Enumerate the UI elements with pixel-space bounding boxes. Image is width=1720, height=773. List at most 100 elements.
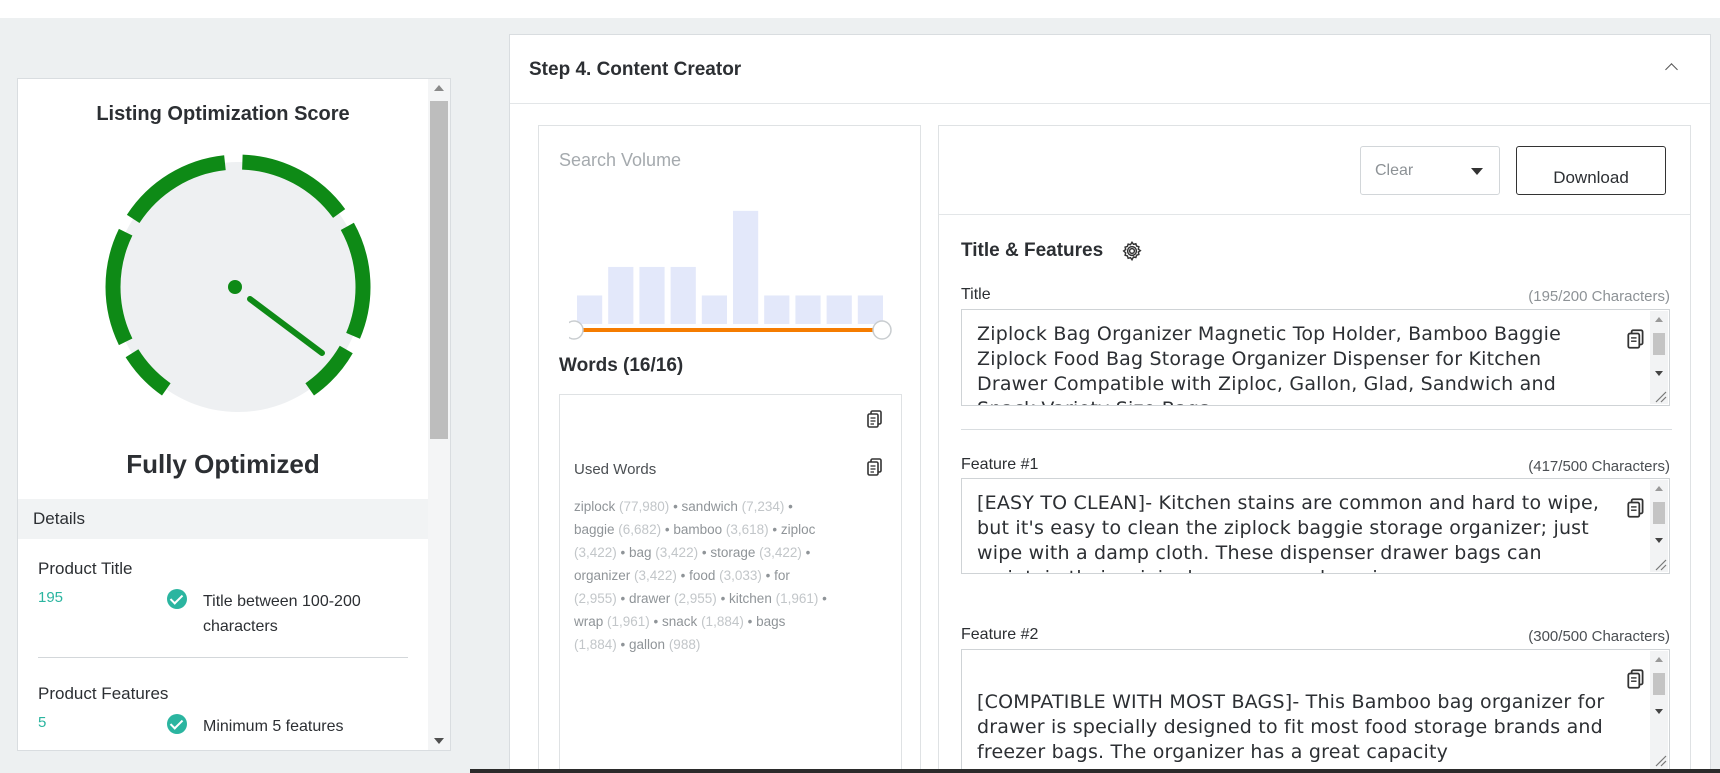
used-word: sandwich (7,234) [681, 499, 785, 514]
metric-value: 195 [38, 589, 64, 606]
field-divider [961, 429, 1672, 430]
score-panel-scrollbar[interactable] [428, 79, 450, 750]
gear-icon[interactable] [1121, 240, 1143, 262]
download-button[interactable]: Download [1516, 146, 1666, 195]
volume-bar [701, 295, 727, 324]
word-separator: • [818, 591, 827, 606]
words-box: Used Words ziplock (77,980) • sandwich (… [559, 394, 902, 773]
copy-icon[interactable] [1625, 668, 1647, 690]
used-word: bamboo (3,618) [673, 522, 769, 537]
section-title: Title & Features [961, 240, 1104, 261]
title-label: Title [961, 286, 991, 303]
used-word: wrap (1,961) [574, 614, 650, 629]
content-creator-card: Step 4. Content Creator Search Volume Wo… [509, 34, 1711, 773]
scroll-down-arrow[interactable] [1655, 709, 1663, 714]
step-title: Step 4. Content Creator [529, 59, 742, 80]
resize-handle-icon[interactable] [1653, 753, 1667, 767]
word-separator: • [801, 545, 811, 560]
metric-title: Product Title [38, 559, 133, 578]
feature-2-text: [COMPATIBLE WITH MOST BAGS]- This Bamboo… [977, 691, 1605, 763]
gauge-pivot [228, 280, 242, 294]
word-separator: • [761, 568, 775, 583]
score-panel-content: Listing Optimization Score Fully Optimiz… [18, 79, 428, 750]
volume-bar [639, 266, 665, 324]
word-separator: • [743, 614, 757, 629]
word-separator: • [784, 499, 793, 514]
word-separator: • [716, 591, 730, 606]
title-textarea[interactable]: Ziplock Bag Organizer Magnetic Top Holde… [961, 309, 1670, 406]
metric-divider [38, 657, 408, 658]
used-words-label: Used Words [574, 461, 657, 478]
editor-toolbar: Clear Download [939, 126, 1690, 215]
used-word: organizer (3,422) [574, 568, 677, 583]
word-separator: • [669, 499, 682, 514]
search-volume-label: Search Volume [559, 150, 682, 170]
range-slider-min-handle[interactable] [569, 320, 584, 340]
volume-bar [577, 295, 603, 324]
check-circle-icon [167, 589, 187, 609]
search-volume-chart [569, 210, 892, 340]
top-bar [0, 0, 1720, 18]
word-separator: • [768, 522, 781, 537]
used-words-list: ziplock (77,980) • sandwich (7,234) • ba… [574, 495, 829, 656]
clear-select[interactable]: Clear [1360, 146, 1500, 195]
volume-bar [857, 295, 883, 324]
scroll-up-arrow[interactable] [1655, 486, 1663, 491]
step-header[interactable]: Step 4. Content Creator [510, 35, 1710, 104]
feature-2-textarea[interactable]: [COMPATIBLE WITH MOST BAGS]- This Bamboo… [961, 649, 1670, 773]
resize-handle-icon[interactable] [1653, 389, 1667, 403]
volume-bar [795, 295, 821, 324]
details-header: Details [18, 499, 428, 539]
used-word: snack (1,884) [662, 614, 744, 629]
range-slider-max-handle[interactable] [872, 320, 892, 340]
scroll-down-arrow[interactable] [1655, 371, 1663, 376]
used-word: drawer (2,955) [629, 591, 717, 606]
volume-bar [670, 266, 696, 324]
used-word: baggie (6,682) [574, 522, 662, 537]
resize-handle-icon[interactable] [1653, 557, 1667, 571]
scrollbar-thumb[interactable] [1653, 333, 1665, 355]
word-separator: • [698, 545, 711, 560]
metric-product-features: Product Features 5 Minimum 5 features [38, 684, 418, 750]
feature-1-char-count: (417/500 Characters) [1528, 458, 1670, 475]
chevron-up-icon[interactable] [1665, 63, 1678, 76]
copy-icon[interactable] [865, 409, 885, 429]
copy-icon[interactable] [1625, 328, 1647, 350]
word-separator: • [676, 568, 690, 583]
used-word: gallon (988) [629, 637, 701, 652]
word-separator: • [616, 545, 630, 560]
check-circle-icon [167, 714, 187, 734]
scrollbar-thumb[interactable] [1653, 502, 1665, 524]
word-separator: • [661, 522, 674, 537]
score-status: Fully Optimized [126, 449, 320, 479]
feature-1-label: Feature #1 [961, 456, 1039, 473]
scrollbar-thumb[interactable] [430, 101, 448, 439]
listing-score-panel: Listing Optimization Score Fully Optimiz… [17, 78, 451, 751]
used-word: bag (3,422) [629, 545, 699, 560]
feature-1-textarea[interactable]: [EASY TO CLEAN]- Kitchen stains are comm… [961, 478, 1670, 574]
feature-1-text: [EASY TO CLEAN]- Kitchen stains are comm… [977, 492, 1600, 573]
metric-product-title: Product Title 195 Title between 100-200 … [38, 559, 418, 637]
scroll-up-arrow[interactable] [434, 85, 444, 91]
copy-used-words-icon[interactable] [865, 457, 885, 477]
scroll-up-arrow[interactable] [1655, 317, 1663, 322]
title-text: Ziplock Bag Organizer Magnetic Top Holde… [977, 323, 1561, 405]
used-word: storage (3,422) [710, 545, 802, 560]
word-separator: • [616, 591, 630, 606]
used-word: food (3,033) [689, 568, 762, 583]
word-separator: • [616, 637, 630, 652]
word-separator: • [649, 614, 663, 629]
scroll-down-arrow[interactable] [434, 738, 444, 744]
used-word: kitchen (1,961) [729, 591, 819, 606]
copy-icon[interactable] [1625, 497, 1647, 519]
scroll-down-arrow[interactable] [1655, 538, 1663, 543]
metric-row: 195 Title between 100-200 characters [38, 589, 418, 637]
scroll-up-arrow[interactable] [1655, 657, 1663, 662]
words-title: Words (16/16) [559, 355, 684, 376]
editor-panel: Clear Download Title & Features Title (1… [938, 125, 1691, 773]
title-char-count: (195/200 Characters) [1528, 288, 1670, 305]
scrollbar-thumb[interactable] [1653, 673, 1665, 695]
used-word: ziplock (77,980) [574, 499, 670, 514]
metric-title: Product Features [38, 684, 169, 703]
volume-bar [733, 210, 759, 324]
